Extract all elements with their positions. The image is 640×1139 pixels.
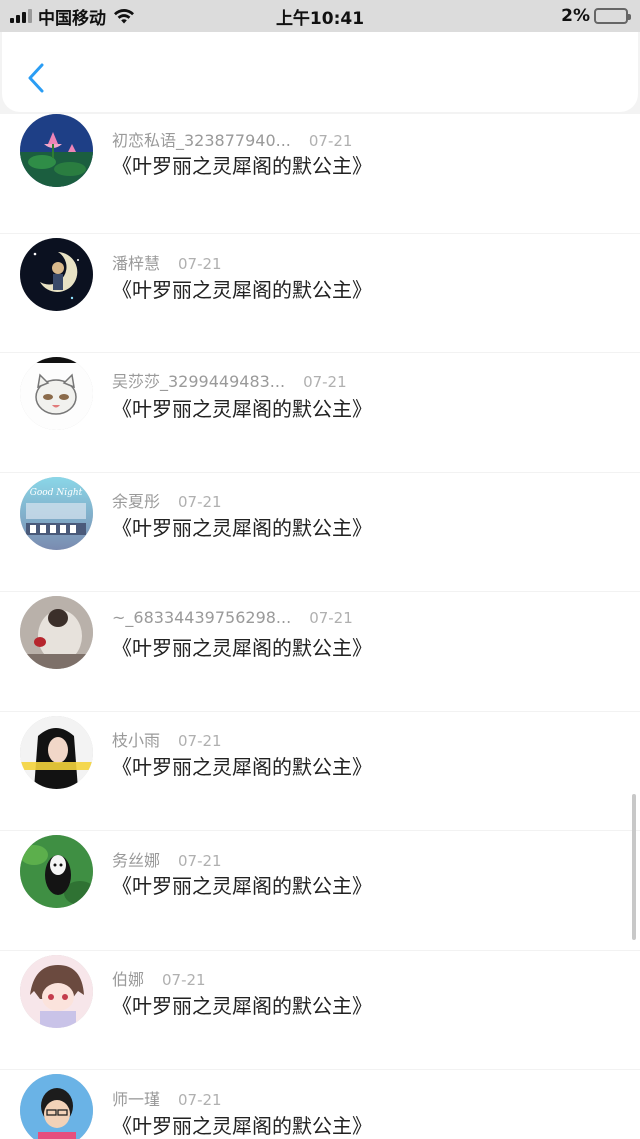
item-date: 07-21 [178, 731, 222, 750]
author-name: 吴莎莎_3299449483... [112, 372, 286, 391]
item-title: 《叶罗丽之灵犀阁的默公主》 [112, 515, 372, 540]
list-item[interactable]: 潘梓慧 07-21 《叶罗丽之灵犀阁的默公主》 [0, 234, 640, 353]
item-date: 07-21 [178, 254, 222, 273]
item-meta: 务丝娜 07-21 [112, 847, 222, 871]
status-right: 2% [561, 6, 631, 26]
status-left: 中国移动 [10, 4, 136, 29]
item-meta: 吴莎莎_3299449483... 07-21 [112, 368, 347, 392]
item-meta: 余夏彤 07-21 [112, 488, 222, 512]
avatar[interactable] [20, 835, 93, 908]
wifi-icon [114, 8, 134, 24]
item-meta: 师一瑾 07-21 [112, 1086, 222, 1110]
avatar[interactable] [20, 954, 93, 1028]
battery-icon [594, 8, 631, 24]
item-meta: 潘梓慧 07-21 [112, 250, 222, 274]
item-meta: 初恋私语_323877940... 07-21 [112, 127, 352, 151]
author-name: 初恋私语_323877940... [112, 131, 291, 150]
avatar[interactable] [20, 1074, 93, 1139]
item-date: 07-21 [162, 970, 206, 989]
signal-icon [10, 9, 32, 23]
item-title: 《叶罗丽之灵犀阁的默公主》 [112, 397, 372, 421]
avatar[interactable] [20, 715, 93, 789]
author-name: 潘梓慧 [112, 253, 161, 273]
list-item[interactable]: 吴莎莎_3299449483... 07-21 《叶罗丽之灵犀阁的默公主》 [0, 353, 640, 473]
avatar[interactable] [20, 237, 93, 311]
work-list: 初恋私语_323877940... 07-21 《叶罗丽之灵犀阁的默公主》 潘梓… [0, 114, 640, 1139]
nav-header [2, 32, 638, 112]
avatar[interactable] [20, 114, 93, 187]
item-title: 《叶罗丽之灵犀阁的默公主》 [112, 993, 372, 1018]
back-button[interactable] [22, 60, 50, 96]
item-title: 《叶罗丽之灵犀阁的默公主》 [112, 1114, 372, 1138]
list-item[interactable]: ~_68334439756298... 07-21 《叶罗丽之灵犀阁的默公主》 [0, 592, 640, 712]
avatar[interactable] [20, 596, 93, 669]
item-meta: 伯娜 07-21 [112, 966, 206, 990]
list-item[interactable]: 务丝娜 07-21 《叶罗丽之灵犀阁的默公主》 [0, 831, 640, 951]
item-date: 07-21 [178, 492, 222, 511]
author-name: 师一瑾 [112, 1090, 161, 1109]
chevron-left-icon [28, 63, 44, 93]
item-date: 07-21 [303, 373, 347, 391]
list-item[interactable]: 师一瑾 07-21 《叶罗丽之灵犀阁的默公主》 [0, 1070, 640, 1139]
item-meta: ~_68334439756298... 07-21 [112, 608, 353, 627]
item-date: 07-21 [309, 609, 353, 627]
author-name: 枝小雨 [112, 730, 161, 750]
list-item[interactable]: 初恋私语_323877940... 07-21 《叶罗丽之灵犀阁的默公主》 [0, 114, 640, 234]
carrier-label: 中国移动 [38, 8, 106, 29]
item-date: 07-21 [308, 132, 353, 150]
item-title: 《叶罗丽之灵犀阁的默公主》 [112, 636, 372, 660]
item-date: 07-21 [178, 852, 222, 870]
item-title: 《叶罗丽之灵犀阁的默公主》 [112, 874, 372, 898]
list-item[interactable]: Good Night 余夏彤 07-21 《叶罗丽之灵犀阁的默公主》 [0, 473, 640, 592]
author-name: 余夏彤 [112, 491, 161, 511]
author-name: 伯娜 [112, 969, 145, 989]
status-bar: 中国移动 上午10:41 2% [0, 0, 640, 32]
scrollbar[interactable] [632, 794, 636, 940]
item-title: 《叶罗丽之灵犀阁的默公主》 [112, 277, 372, 302]
list-item[interactable]: 枝小雨 07-21 《叶罗丽之灵犀阁的默公主》 [0, 712, 640, 831]
battery-percent: 2% [561, 6, 590, 26]
item-meta: 枝小雨 07-21 [112, 727, 222, 751]
good-night-text: Good Night [30, 488, 83, 498]
list-item[interactable]: 伯娜 07-21 《叶罗丽之灵犀阁的默公主》 [0, 951, 640, 1070]
item-date: 07-21 [178, 1091, 222, 1109]
item-title: 《叶罗丽之灵犀阁的默公主》 [112, 154, 372, 178]
item-title: 《叶罗丽之灵犀阁的默公主》 [112, 754, 372, 779]
author-name: 务丝娜 [112, 851, 161, 870]
author-name: ~_68334439756298... [112, 608, 292, 627]
avatar[interactable]: Good Night [20, 476, 93, 550]
avatar[interactable] [20, 357, 93, 430]
